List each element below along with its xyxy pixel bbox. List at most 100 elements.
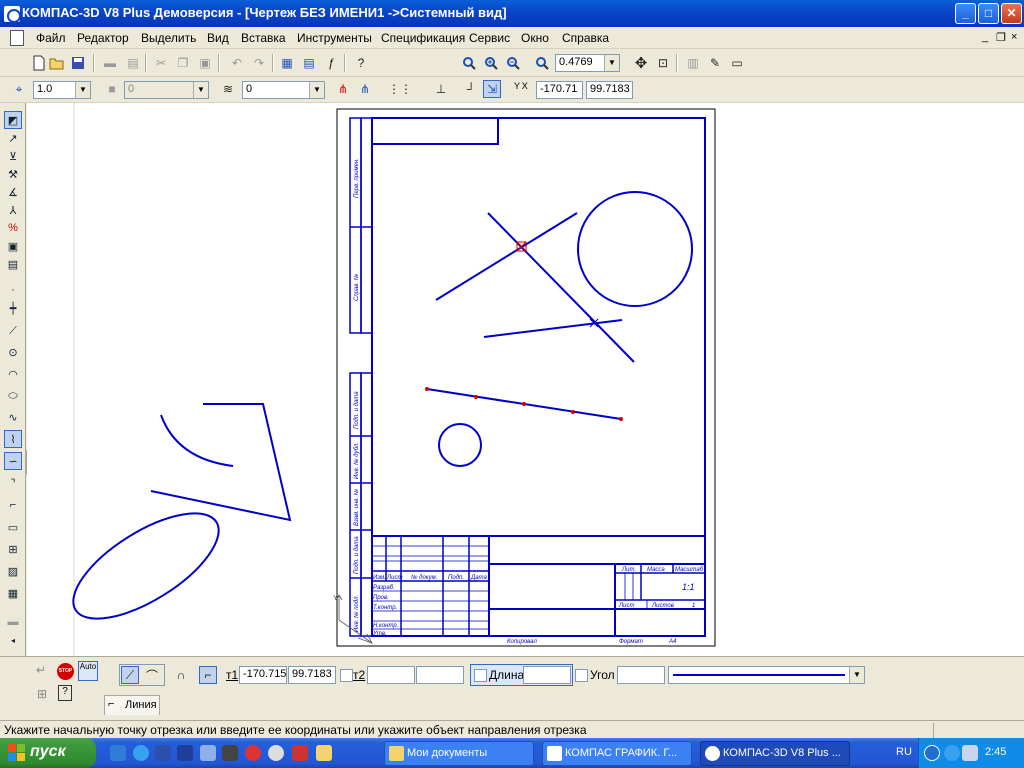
measure-palette-icon[interactable]: ⅄ bbox=[4, 201, 22, 219]
arc-tool-icon[interactable]: ◠ bbox=[4, 365, 22, 383]
attributes-icon[interactable]: ▥ bbox=[684, 54, 702, 72]
parametrization-palette-icon[interactable]: ∡ bbox=[4, 183, 22, 201]
chevron-down-icon[interactable]: ▼ bbox=[849, 667, 864, 683]
associative-view-palette-icon[interactable]: ▣ bbox=[4, 237, 22, 255]
desktop-quicklaunch-icon[interactable] bbox=[110, 745, 126, 761]
media-quicklaunch-icon[interactable] bbox=[245, 745, 261, 761]
spline-tool-icon[interactable]: ∿ bbox=[4, 408, 22, 426]
close-button[interactable]: ✕ bbox=[1001, 3, 1022, 24]
cut-icon[interactable]: ✂ bbox=[152, 54, 170, 72]
line-style-select[interactable]: ▼ bbox=[668, 666, 865, 684]
drawing-canvas[interactable]: Перв. примен. Справ. № Подп. и дата Инв.… bbox=[27, 103, 1024, 656]
length-field[interactable] bbox=[523, 666, 571, 684]
save-quicklaunch-icon[interactable] bbox=[155, 745, 171, 761]
print-icon[interactable]: ▬ bbox=[101, 54, 119, 72]
menu-select[interactable]: Выделить bbox=[141, 31, 196, 45]
magnet-icon[interactable]: ⋔ bbox=[334, 80, 352, 98]
layer-field[interactable]: 0 ▼ bbox=[242, 81, 325, 99]
dimensions-palette-icon[interactable]: ↗ bbox=[4, 129, 22, 147]
t1-y-field[interactable]: 99.7183 bbox=[288, 666, 336, 684]
chevron-down-icon[interactable]: ▼ bbox=[193, 82, 208, 98]
view-manager-icon[interactable]: ▭ bbox=[728, 54, 746, 72]
chamfer-tool-icon[interactable]: ⌝ bbox=[4, 474, 22, 492]
pan-icon[interactable]: ✥ bbox=[632, 54, 650, 72]
hatch-tool-icon[interactable]: ▨ bbox=[4, 562, 22, 580]
ellipse-tool-icon[interactable]: ⬭ bbox=[4, 387, 22, 405]
stop-icon[interactable]: STOP bbox=[57, 663, 74, 680]
bezier-tool-icon[interactable]: ∽ bbox=[4, 452, 22, 470]
local-snap-icon[interactable]: ⋔ bbox=[356, 80, 374, 98]
folder-quicklaunch-icon[interactable] bbox=[316, 745, 332, 761]
chevron-down-icon[interactable]: ▼ bbox=[75, 82, 90, 98]
zoom-in-icon[interactable] bbox=[482, 54, 500, 72]
palette-scroll-icon[interactable]: ◂ bbox=[4, 631, 22, 649]
tray-app-icon[interactable] bbox=[944, 745, 960, 761]
cursor-step-field[interactable]: 1.0 ▼ bbox=[33, 81, 91, 99]
undo-icon[interactable]: ↶ bbox=[228, 54, 246, 72]
ie-quicklaunch-icon[interactable] bbox=[133, 745, 149, 761]
help-cursor-icon[interactable]: ? bbox=[352, 54, 370, 72]
angle-lock-checkbox[interactable] bbox=[575, 669, 588, 682]
show-all-icon[interactable]: ⊡ bbox=[654, 54, 672, 72]
menu-view[interactable]: Вид bbox=[207, 31, 229, 45]
document-icon[interactable] bbox=[10, 30, 24, 46]
mdi-restore-button[interactable]: ❐ bbox=[996, 31, 1006, 44]
menu-file[interactable]: Файл bbox=[36, 31, 66, 45]
length-lock-checkbox[interactable] bbox=[474, 669, 487, 682]
menu-specification[interactable]: Спецификация bbox=[381, 31, 465, 45]
tab-line[interactable]: ⌐ Линия bbox=[104, 695, 160, 715]
language-indicator[interactable]: RU bbox=[896, 746, 912, 758]
kompas-app-icon[interactable] bbox=[4, 6, 21, 23]
mdi-close-button[interactable]: × bbox=[1011, 31, 1017, 43]
chevron-down-icon[interactable]: ▼ bbox=[604, 55, 619, 71]
properties-icon[interactable]: ✎ bbox=[706, 54, 724, 72]
player-quicklaunch-icon[interactable] bbox=[268, 745, 284, 761]
step-cursor-icon[interactable]: ⌖ bbox=[10, 80, 28, 98]
chevron-down-icon[interactable]: ▼ bbox=[309, 82, 324, 98]
fillet-tool-icon[interactable]: ⌐ bbox=[4, 496, 22, 514]
local-cs-icon[interactable]: ⊥ bbox=[432, 80, 450, 98]
library-icon[interactable]: ▤ bbox=[300, 54, 318, 72]
contour-tool-icon[interactable]: ⊞ bbox=[4, 540, 22, 558]
minimize-button[interactable]: _ bbox=[955, 3, 976, 24]
editing-palette-icon[interactable]: ⚒ bbox=[4, 165, 22, 183]
word-quicklaunch-icon[interactable] bbox=[177, 745, 193, 761]
zoom-out-icon[interactable] bbox=[504, 54, 522, 72]
menu-tools[interactable]: Инструменты bbox=[297, 31, 372, 45]
menu-window[interactable]: Окно bbox=[521, 31, 549, 45]
ortho-icon[interactable]: ┘ bbox=[462, 80, 480, 98]
rectangle-tool-icon[interactable]: ▭ bbox=[4, 518, 22, 536]
symbols-palette-icon[interactable]: ⊻ bbox=[4, 147, 22, 165]
menu-edit[interactable]: Редактор bbox=[77, 31, 129, 45]
orthogonal-mode-icon[interactable]: ⌐ bbox=[199, 666, 217, 684]
grid-icon[interactable]: ⋮⋮ bbox=[388, 80, 412, 98]
acrobat-quicklaunch-icon[interactable] bbox=[292, 745, 308, 761]
zoom-scale-field[interactable]: 0.4769 ▼ bbox=[555, 54, 620, 72]
angle-field[interactable] bbox=[617, 666, 665, 684]
task-kompas-3d[interactable]: КОМПАС-3D V8 Plus ... bbox=[700, 741, 850, 766]
zoom-scale-icon[interactable] bbox=[533, 54, 551, 72]
task-kompas-graphic-doc[interactable]: КОМПАС ГРАФИК. Г... bbox=[542, 741, 692, 766]
polyline-tool-icon[interactable]: ⌇ bbox=[4, 430, 22, 448]
select-palette-icon[interactable]: % bbox=[4, 219, 22, 237]
point-tool-icon[interactable]: · bbox=[4, 281, 22, 299]
view-number-field[interactable]: 0 ▼ bbox=[124, 81, 209, 99]
t1-x-field[interactable]: -170.715 bbox=[239, 666, 287, 684]
segment-tool-icon[interactable]: ⟋ bbox=[4, 322, 22, 340]
tray-indicator-icon[interactable] bbox=[962, 745, 978, 761]
app-quicklaunch-icon[interactable] bbox=[222, 745, 238, 761]
maximize-button[interactable]: □ bbox=[978, 3, 999, 24]
drawing-svg[interactable]: Перв. примен. Справ. № Подп. и дата Инв.… bbox=[27, 103, 1024, 656]
t2-lock-checkbox[interactable] bbox=[340, 669, 353, 682]
copy-icon[interactable]: ❐ bbox=[174, 54, 192, 72]
save-icon[interactable] bbox=[69, 54, 87, 72]
layers-icon[interactable]: ≋ bbox=[219, 80, 237, 98]
preview-icon[interactable]: ▤ bbox=[124, 54, 142, 72]
zoom-window-icon[interactable] bbox=[460, 54, 478, 72]
open-icon[interactable] bbox=[48, 54, 66, 72]
new-icon[interactable] bbox=[30, 54, 48, 72]
auxiliary-line-icon[interactable]: ┿ bbox=[4, 299, 22, 317]
menu-insert[interactable]: Вставка bbox=[241, 31, 286, 45]
segment-mode-icon[interactable]: ⟋ bbox=[121, 666, 139, 684]
spec-palette-icon[interactable]: ▤ bbox=[4, 255, 22, 273]
